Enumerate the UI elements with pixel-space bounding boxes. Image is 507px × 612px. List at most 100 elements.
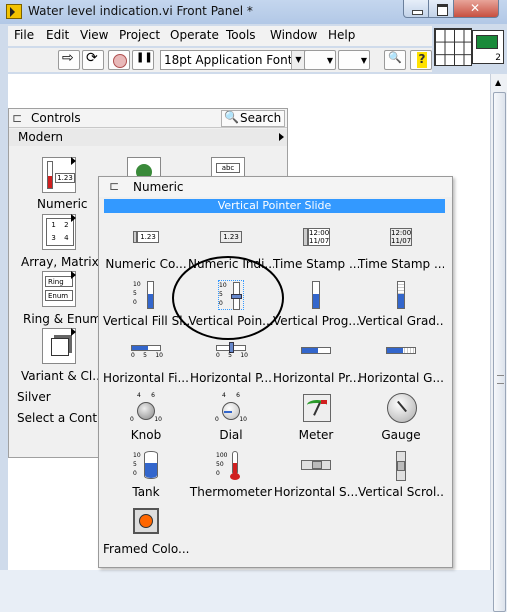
- submenu-arrow-icon: [71, 214, 76, 222]
- scroll-up-icon[interactable]: ▲: [495, 78, 501, 87]
- pin-icon[interactable]: ⊏: [109, 179, 119, 193]
- search-icon[interactable]: [384, 50, 406, 70]
- submenu-arrow-icon: [71, 157, 76, 165]
- vertical-progress-bar-item[interactable]: Vertical Prog...: [273, 276, 359, 332]
- horizontal-pointer-slide-item[interactable]: 0 5 10 Horizontal P...: [188, 333, 274, 389]
- numeric-subpalette-header: ⊏ Numeric: [99, 177, 452, 197]
- search-button-label: Search: [240, 111, 282, 125]
- horizontal-pointer-slide-label: Horizontal P...: [190, 371, 272, 385]
- font-selector[interactable]: 18pt Application Font ▼: [160, 50, 306, 70]
- maximize-button[interactable]: [428, 0, 454, 18]
- tick-6: 6: [151, 392, 155, 399]
- vertical-scrollbar-item[interactable]: Vertical Scrol...: [358, 447, 444, 503]
- minimize-button[interactable]: [403, 0, 429, 18]
- numeric-control-icon: 1.23: [133, 223, 159, 253]
- h-progress-fill-glyph: [302, 348, 318, 353]
- variant-class-category-label: Variant & Cl...: [21, 369, 104, 383]
- tick-0: 0: [130, 416, 134, 423]
- matrix-glyph: 1 2 3 4: [46, 218, 74, 246]
- vertical-fill-slide-icon: 10 5 0: [133, 280, 159, 310]
- vi-icon[interactable]: 2: [472, 30, 504, 64]
- pause-icon[interactable]: [132, 50, 154, 70]
- menu-window[interactable]: Window: [270, 28, 317, 42]
- run-arrow-icon[interactable]: [58, 50, 80, 70]
- array-matrix-category-icon[interactable]: 1 2 3 4: [42, 214, 76, 250]
- ring-enum-category-label: Ring & Enum: [23, 312, 102, 326]
- window-title: Water level indication.vi Front Panel *: [28, 4, 253, 18]
- scrollbar-thumb[interactable]: [493, 92, 506, 612]
- gauge-item[interactable]: Gauge: [358, 390, 444, 446]
- h-scale-ticks-glyph: 0 5 10: [216, 352, 248, 359]
- meter-item[interactable]: Meter: [273, 390, 359, 446]
- menu-view[interactable]: View: [80, 28, 108, 42]
- abort-execution-icon[interactable]: [108, 50, 130, 70]
- framed-color-box-label: Framed Colo...: [103, 542, 189, 556]
- vi-icon-screen: [476, 35, 498, 49]
- modern-category[interactable]: Modern: [9, 129, 287, 146]
- vertical-scrollbar[interactable]: ▲: [490, 74, 507, 612]
- pin-icon[interactable]: ⊏: [12, 111, 22, 125]
- expand-arrow-icon: [279, 133, 284, 141]
- thermometer-ticks-glyph: 100 50 0: [216, 451, 227, 478]
- distribute-objects-icon[interactable]: ▼: [338, 50, 370, 70]
- ring-enum-category-icon[interactable]: Ring Enum: [42, 271, 76, 307]
- vertical-progress-bar-label: Vertical Prog...: [273, 314, 359, 328]
- knob-bottom-ticks-glyph: 0 10: [130, 416, 162, 423]
- submenu-arrow-icon: [71, 271, 76, 279]
- array-matrix-category-label: Array, Matrix...: [21, 255, 111, 269]
- tick-10: 10: [133, 452, 141, 459]
- knob-top-ticks-glyph: 4 6: [130, 392, 162, 399]
- dial-icon: 4 6 0 10: [215, 392, 247, 424]
- enum-glyph: Enum: [45, 290, 73, 301]
- vertical-scrollbar-label: Vertical Scrol...: [358, 485, 444, 499]
- thermometer-icon: 100 50 0: [216, 451, 244, 481]
- tick-10: 10: [154, 416, 162, 423]
- horizontal-scrollbar-icon: [301, 451, 331, 481]
- menu-project[interactable]: Project: [119, 28, 160, 42]
- connector-pane-icon[interactable]: [434, 28, 472, 66]
- context-help-icon[interactable]: [410, 50, 432, 70]
- variant-class-category-icon[interactable]: [42, 328, 76, 364]
- tank-label: Tank: [132, 485, 160, 499]
- tick-6: 6: [236, 392, 240, 399]
- toolbar: 18pt Application Font ▼ ▼ ▼: [8, 48, 432, 72]
- string-glyph: abc: [216, 163, 240, 173]
- thermometer-item[interactable]: 100 50 0 Thermometer: [188, 447, 274, 503]
- dial-item[interactable]: 4 6 0 10 Dial: [188, 390, 274, 446]
- meter-red-zone-glyph: [321, 400, 327, 404]
- modern-category-label: Modern: [18, 130, 64, 144]
- vertical-graduated-bar-item[interactable]: Vertical Grad...: [358, 276, 444, 332]
- numeric-control-label: Numeric Co...: [105, 257, 187, 271]
- menu-file[interactable]: File: [14, 28, 34, 42]
- numeric-category-icon[interactable]: 1.23: [42, 157, 76, 193]
- timestamp-indicator-item[interactable]: 12:00 11/07 Time Stamp ...: [358, 219, 444, 275]
- thermometer-bulb-glyph: [230, 473, 240, 480]
- meter-icon: [303, 394, 331, 424]
- timestamp-control-item[interactable]: 12:00 11/07 Time Stamp ...: [273, 219, 359, 275]
- numeric-control-item[interactable]: 1.23 Numeric Co...: [103, 219, 189, 275]
- run-continuously-icon[interactable]: [82, 50, 104, 70]
- horizontal-progress-bar-item[interactable]: Horizontal Pr...: [273, 333, 359, 389]
- horizontal-scrollbar-item[interactable]: Horizontal S...: [273, 447, 359, 503]
- silver-category-label[interactable]: Silver: [17, 390, 51, 404]
- menu-edit[interactable]: Edit: [46, 28, 69, 42]
- menu-help[interactable]: Help: [328, 28, 355, 42]
- close-button[interactable]: [453, 0, 499, 18]
- menu-operate[interactable]: Operate: [170, 28, 219, 42]
- tick-0: 0: [131, 352, 135, 359]
- search-button[interactable]: 🔍 Search: [221, 110, 285, 127]
- framed-color-box-item[interactable]: Framed Colo...: [103, 504, 189, 560]
- knob-item[interactable]: 4 6 0 10 Knob: [103, 390, 189, 446]
- knob-icon: 4 6 0 10: [130, 392, 162, 424]
- horizontal-fill-slide-label: Horizontal Fi...: [103, 371, 189, 385]
- progress-fill-glyph: [313, 294, 319, 308]
- horizontal-graduated-bar-item[interactable]: Horizontal G...: [358, 333, 444, 389]
- tank-item[interactable]: 10 5 0 Tank: [103, 447, 189, 503]
- tank-ticks-glyph: 10 5 0: [133, 451, 141, 478]
- align-objects-icon[interactable]: ▼: [304, 50, 336, 70]
- horizontal-progress-bar-icon: [301, 337, 331, 367]
- horizontal-graduated-bar-label: Horizontal G...: [358, 371, 444, 385]
- menu-tools[interactable]: Tools: [226, 28, 256, 42]
- horizontal-fill-slide-item[interactable]: 0 5 10 Horizontal Fi...: [103, 333, 189, 389]
- tank-fill-glyph: [145, 463, 157, 478]
